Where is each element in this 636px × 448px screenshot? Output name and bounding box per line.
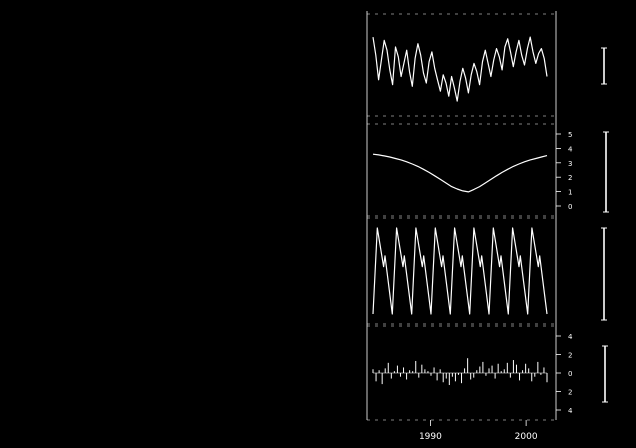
series-line — [372, 36, 548, 102]
panels-group: 5 4 3 2 1 0 4 2 0 2 4 — [367, 13, 573, 421]
y-tick-label: 4 — [568, 145, 573, 153]
series-line — [372, 153, 548, 193]
panel-4: 4 2 0 2 4 — [367, 325, 573, 421]
scale-bars-group — [601, 47, 609, 403]
x-tick-label: 2000 — [515, 432, 538, 442]
y-tick-label: 4 — [568, 333, 573, 341]
y-tick-label: 2 — [568, 352, 572, 360]
panel-1 — [367, 13, 556, 117]
y-tick-label: 0 — [568, 203, 572, 211]
stl-decomposition-chart: 5 4 3 2 1 0 4 2 0 2 4 1990 2000 — [366, 11, 609, 442]
x-tick-label: 1990 — [419, 432, 442, 442]
y-tick-label: 2 — [568, 389, 572, 397]
y-tick-label: 5 — [568, 131, 572, 139]
panel-2: 5 4 3 2 1 0 — [367, 123, 573, 217]
y-tick-label: 3 — [568, 160, 572, 168]
y-tick-label: 1 — [568, 189, 572, 197]
seasonal-line — [372, 227, 548, 315]
panel-3 — [367, 217, 556, 325]
y-tick-label: 0 — [568, 370, 572, 378]
y-tick-label: 2 — [568, 174, 572, 182]
y-tick-label: 4 — [568, 407, 573, 415]
x-axis: 1990 2000 — [419, 420, 538, 442]
